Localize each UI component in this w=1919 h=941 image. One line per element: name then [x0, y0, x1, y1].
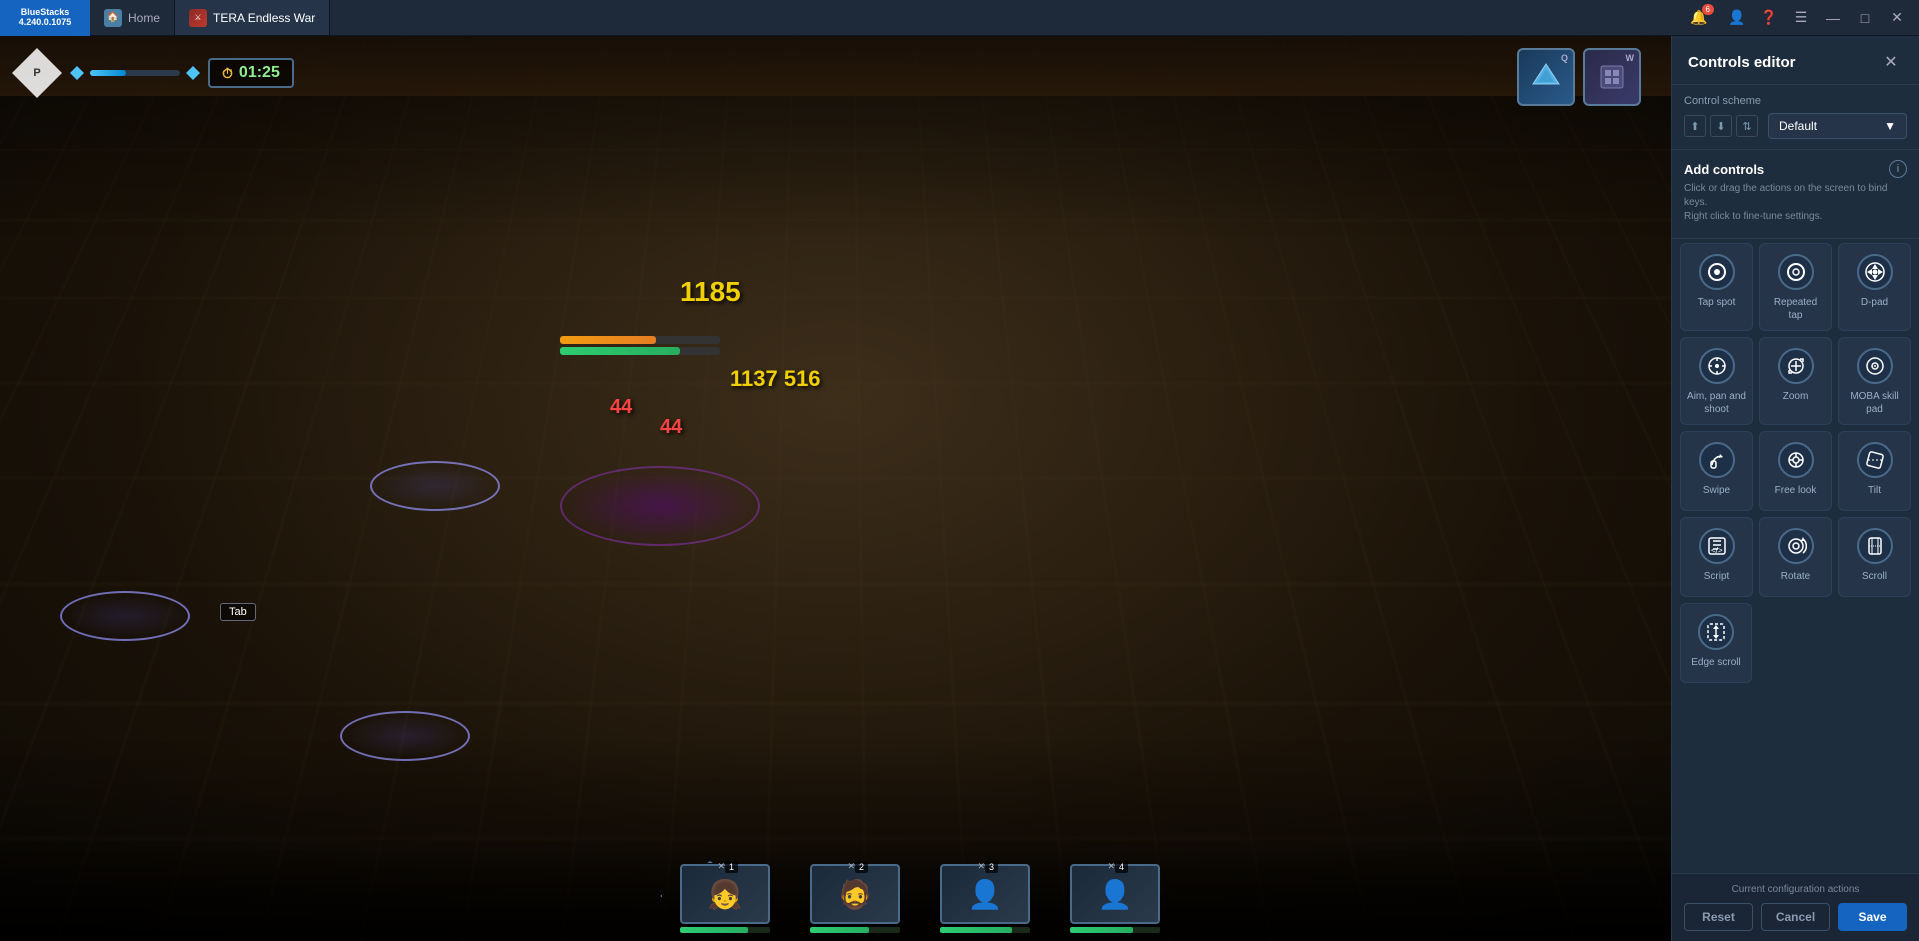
- controls-header: Controls editor ✕: [1672, 36, 1919, 85]
- control-scheme-section: Control scheme ⬆ ⬇ ⇅ Default ▼: [1672, 85, 1919, 150]
- control-swipe[interactable]: Swipe: [1680, 431, 1753, 511]
- controls-panel: Controls editor ✕ Control scheme ⬆ ⬇ ⇅ D…: [1671, 36, 1919, 941]
- add-controls-title: Add controls: [1684, 162, 1764, 177]
- controls-grid: Tap spot Repeated tap: [1672, 239, 1919, 873]
- scheme-wifi-btn[interactable]: ⬆: [1684, 115, 1706, 137]
- controls-row-5: Edge scroll: [1680, 603, 1911, 683]
- scheme-export-btn[interactable]: ⬇: [1710, 115, 1732, 137]
- aim-pan-shoot-icon: [1699, 348, 1735, 384]
- close-btn[interactable]: ✕: [1883, 4, 1911, 32]
- controls-row-3: Swipe Free look: [1680, 431, 1911, 511]
- control-zoom[interactable]: Zoom: [1759, 337, 1832, 425]
- edge-scroll-icon: [1698, 614, 1734, 650]
- maximize-btn[interactable]: □: [1851, 4, 1879, 32]
- home-tab[interactable]: 🏠 Home: [90, 0, 175, 35]
- scheme-action-icons: ⬆ ⬇ ⇅: [1684, 115, 1758, 137]
- titlebar-tabs: 🏠 Home ⚔ TERA Endless War: [90, 0, 891, 35]
- account-btn[interactable]: 👤: [1723, 4, 1751, 32]
- game-area[interactable]: P ⏱ 01:25 Q: [0, 36, 1671, 941]
- notification-btn[interactable]: 🔔 6: [1691, 4, 1719, 32]
- scheme-row: ⬆ ⬇ ⇅ Default ▼: [1684, 113, 1907, 139]
- help-btn[interactable]: ❓: [1755, 4, 1783, 32]
- chevron-down-icon: ▼: [1884, 119, 1896, 133]
- summon-circle-3: [340, 711, 470, 761]
- controls-footer: Current configuration actions Reset Canc…: [1672, 873, 1919, 941]
- tilt-icon: [1857, 442, 1893, 478]
- control-script[interactable]: </> Script: [1680, 517, 1753, 597]
- scheme-label: Control scheme: [1684, 95, 1907, 107]
- controls-row-1: Tap spot Repeated tap: [1680, 243, 1911, 331]
- home-icon: 🏠: [104, 9, 122, 27]
- menu-btn[interactable]: ☰: [1787, 4, 1815, 32]
- enemy-health-bar: [560, 347, 680, 355]
- summon-circle-1: [60, 591, 190, 641]
- dpad-icon: [1857, 254, 1893, 290]
- reset-button[interactable]: Reset: [1684, 903, 1753, 931]
- repeated-tap-icon: [1778, 254, 1814, 290]
- control-tap-spot[interactable]: Tap spot: [1680, 243, 1753, 331]
- stone-floor: [0, 36, 1671, 941]
- stone-wall-top: [0, 36, 1671, 96]
- add-controls-desc: Click or drag the actions on the screen …: [1684, 182, 1907, 224]
- bluestacks-logo: BlueStacks 4.240.0.1075: [0, 0, 90, 36]
- summon-circle-2: [370, 461, 500, 511]
- titlebar: BlueStacks 4.240.0.1075 🏠 Home ⚔ TERA En…: [0, 0, 1919, 36]
- swipe-icon: [1699, 442, 1735, 478]
- minimize-btn[interactable]: —: [1819, 4, 1847, 32]
- enemy-health-area: [560, 336, 720, 355]
- scheme-share-btn[interactable]: ⇅: [1736, 115, 1758, 137]
- add-controls-header: Add controls i: [1684, 160, 1907, 178]
- tera-tab[interactable]: ⚔ TERA Endless War: [175, 0, 330, 35]
- scroll-icon: [1857, 528, 1893, 564]
- tera-icon: ⚔: [189, 9, 207, 27]
- add-controls-section: Add controls i Click or drag the actions…: [1672, 150, 1919, 239]
- control-moba-skill[interactable]: MOBA skill pad: [1838, 337, 1911, 425]
- cancel-button[interactable]: Cancel: [1761, 903, 1830, 931]
- free-look-icon: [1778, 442, 1814, 478]
- control-rotate[interactable]: Rotate: [1759, 517, 1832, 597]
- control-dpad[interactable]: D-pad: [1838, 243, 1911, 331]
- controls-title: Controls editor: [1688, 54, 1796, 71]
- main-content: P ⏱ 01:25 Q: [0, 36, 1919, 941]
- info-button[interactable]: i: [1889, 160, 1907, 178]
- config-actions-label: Current configuration actions: [1684, 884, 1907, 895]
- combat-effect: [560, 466, 760, 546]
- footer-action-buttons: Reset Cancel Save: [1684, 903, 1907, 931]
- controls-row-2: Aim, pan and shoot Zoom: [1680, 337, 1911, 425]
- enemy-stamina-bar: [560, 336, 656, 344]
- window-controls: 🔔 6 👤 ❓ ☰ — □ ✕: [1691, 4, 1919, 32]
- svg-text:</>: </>: [1711, 546, 1723, 555]
- scheme-dropdown[interactable]: Default ▼: [1768, 113, 1907, 139]
- control-repeated-tap[interactable]: Repeated tap: [1759, 243, 1832, 331]
- zoom-icon: [1778, 348, 1814, 384]
- tap-spot-icon: [1699, 254, 1735, 290]
- controls-close-btn[interactable]: ✕: [1879, 50, 1903, 74]
- control-aim-pan-shoot[interactable]: Aim, pan and shoot: [1680, 337, 1753, 425]
- script-icon: </>: [1699, 528, 1735, 564]
- control-edge-scroll[interactable]: Edge scroll: [1680, 603, 1752, 683]
- moba-skill-icon: [1857, 348, 1893, 384]
- rotate-icon: [1778, 528, 1814, 564]
- control-free-look[interactable]: Free look: [1759, 431, 1832, 511]
- control-tilt[interactable]: Tilt: [1838, 431, 1911, 511]
- control-scroll[interactable]: Scroll: [1838, 517, 1911, 597]
- controls-row-4: </> Script Rotate: [1680, 517, 1911, 597]
- save-button[interactable]: Save: [1838, 903, 1907, 931]
